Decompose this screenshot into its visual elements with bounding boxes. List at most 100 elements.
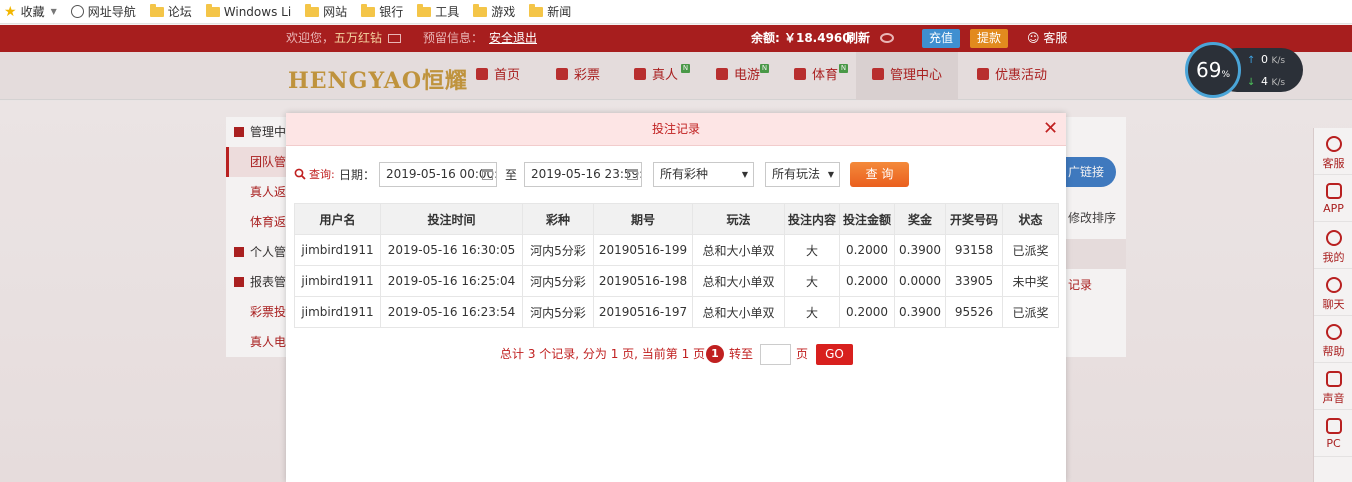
folder-icon [361,3,376,17]
query-label: 查询: [309,168,335,181]
cell-status: 未中奖 [1002,265,1059,297]
date-to-input[interactable]: 2019-05-16 23:59:59 [524,162,642,187]
goto-page-input[interactable] [760,344,791,365]
modal-header: 投注记录 [286,113,1066,146]
bet-records-table: 用户名 投注时间 彩种 期号 玩法 投注内容 投注金额 奖金 开奖号码 状态 j… [294,203,1059,328]
cell-play: 总和大小单双 [692,234,785,266]
cell-bet-content: 大 [784,234,840,266]
col-username: 用户名 [294,203,381,235]
bookmark-bank[interactable]: 银行 [361,3,403,20]
pagination: 总计 3 个记录, 分为 1 页, 当前第 1 页 1 转至 页 GO [286,343,1066,365]
cell-bet-content: 大 [784,296,840,328]
play-type-select[interactable]: 所有玩法 ▼ [765,162,840,187]
cell-lottery: 河内5分彩 [522,265,594,297]
arrow-down-icon: ↓ [1247,77,1256,88]
bookmarks-bar: ★ 收藏 ▼ 网址导航 论坛 Windows Li 网站 银行 工具 游戏 新闻 [0,0,1352,24]
bookmark-games[interactable]: 游戏 [473,3,515,20]
cell-bet-amount: 0.2000 [839,296,895,328]
bookmark-favorites[interactable]: ★ 收藏 ▼ [4,3,57,20]
cell-username: jimbird1911 [294,234,381,266]
cell-bet-time: 2019-05-16 16:25:04 [380,265,523,297]
folder-icon [305,3,320,17]
page-unit-label: 页 [796,347,809,361]
cell-issue: 20190516-197 [593,296,693,328]
calendar-icon[interactable] [627,169,638,180]
folder-icon [417,3,432,17]
col-draw-number: 开奖号码 [945,203,1003,235]
bookmark-sites[interactable]: 网站 [305,3,347,20]
top-info-bar: 欢迎您，五万红钻 预留信息： 安全退出 余额: ￥18.4960 刷新 充值 提… [0,25,1352,52]
mail-icon[interactable] [388,34,402,43]
cell-prize: 0.3900 [894,296,946,328]
cell-draw-number: 95526 [945,296,1003,328]
lottery-type-select[interactable]: 所有彩种 ▼ [653,162,754,187]
col-bet-time: 投注时间 [380,203,523,235]
col-bet-amount: 投注金额 [839,203,895,235]
cell-bet-amount: 0.2000 [839,265,895,297]
bookmark-windows[interactable]: Windows Li [205,3,291,19]
col-bet-content: 投注内容 [784,203,840,235]
table-row[interactable]: jimbird1911 2019-05-16 16:30:05 河内5分彩 20… [294,234,1059,266]
folder-icon [529,3,544,17]
table-header-row: 用户名 投注时间 彩种 期号 玩法 投注内容 投注金额 奖金 开奖号码 状态 [294,203,1059,235]
bookmark-forum[interactable]: 论坛 [149,3,192,20]
col-prize: 奖金 [894,203,946,235]
to-label: 至 [505,168,518,182]
chevron-down-icon[interactable]: ▼ [51,7,57,16]
current-page-badge[interactable]: 1 [706,345,724,363]
network-speed-widget[interactable]: 69% ↑ 0 K/s ↓ 4 K/s [1185,42,1303,98]
chevron-down-icon: ▼ [741,170,748,179]
bookmark-tools[interactable]: 工具 [417,3,459,20]
cell-prize: 0.0000 [894,265,946,297]
close-icon[interactable]: ✕ [1043,120,1059,138]
cell-prize: 0.3900 [894,234,946,266]
cell-lottery: 河内5分彩 [522,234,594,266]
col-play: 玩法 [692,203,785,235]
date-label: 日期： [339,168,376,182]
star-icon: ★ [4,3,17,20]
bookmark-news[interactable]: 新闻 [529,3,571,20]
cell-status: 已派奖 [1002,296,1059,328]
download-speed: ↓ 4 K/s [1247,75,1286,88]
folder-icon [205,3,220,17]
service-link[interactable]: ☺ 客服 [1027,25,1067,52]
cell-username: jimbird1911 [294,296,381,328]
memory-gauge: 69% [1185,42,1241,98]
table-row[interactable]: jimbird1911 2019-05-16 16:23:54 河内5分彩 20… [294,296,1059,328]
date-from-input[interactable]: 2019-05-16 00:00:00 [379,162,497,187]
balance-text: 余额: ￥18.4960 [751,31,851,45]
calendar-icon[interactable] [482,169,493,180]
cell-draw-number: 33905 [945,265,1003,297]
withdraw-button[interactable]: 提款 [970,29,1009,48]
recharge-button[interactable]: 充值 [922,29,961,48]
welcome-text: 欢迎您，五万红钻 [286,25,402,52]
arrow-up-icon: ↑ [1247,55,1256,66]
bet-records-modal: 投注记录 ✕ 查询: 日期： 2019-05-16 00:00:00 至 201… [286,113,1066,482]
cell-bet-time: 2019-05-16 16:23:54 [380,296,523,328]
cell-bet-content: 大 [784,265,840,297]
upload-speed: ↑ 0 K/s [1247,53,1286,66]
table-row[interactable]: jimbird1911 2019-05-16 16:25:04 河内5分彩 20… [294,265,1059,297]
cell-status: 已派奖 [1002,234,1059,266]
cell-bet-time: 2019-05-16 16:30:05 [380,234,523,266]
pagination-summary: 总计 3 个记录, 分为 1 页, 当前第 1 页 [500,347,706,361]
cell-play: 总和大小单双 [692,296,785,328]
chevron-down-icon: ▼ [827,170,834,179]
cell-lottery: 河内5分彩 [522,296,594,328]
eye-icon[interactable] [880,33,894,43]
filter-bar: 查询: 日期： 2019-05-16 00:00:00 至 2019-05-16… [286,162,1066,188]
goto-label: 转至 [729,347,754,361]
bookmark-nav[interactable]: 网址导航 [70,3,136,20]
globe-icon [70,5,84,18]
logout-link[interactable]: 安全退出 [489,25,537,52]
modal-title: 投注记录 [651,122,700,136]
reserved-info-label: 预留信息： [423,31,484,45]
query-button[interactable]: 查 询 [850,162,909,187]
col-status: 状态 [1002,203,1059,235]
col-lottery: 彩种 [522,203,594,235]
cell-username: jimbird1911 [294,265,381,297]
cell-draw-number: 93158 [945,234,1003,266]
col-issue: 期号 [593,203,693,235]
refresh-link[interactable]: 刷新 [846,25,870,52]
go-button[interactable]: GO [816,344,853,365]
